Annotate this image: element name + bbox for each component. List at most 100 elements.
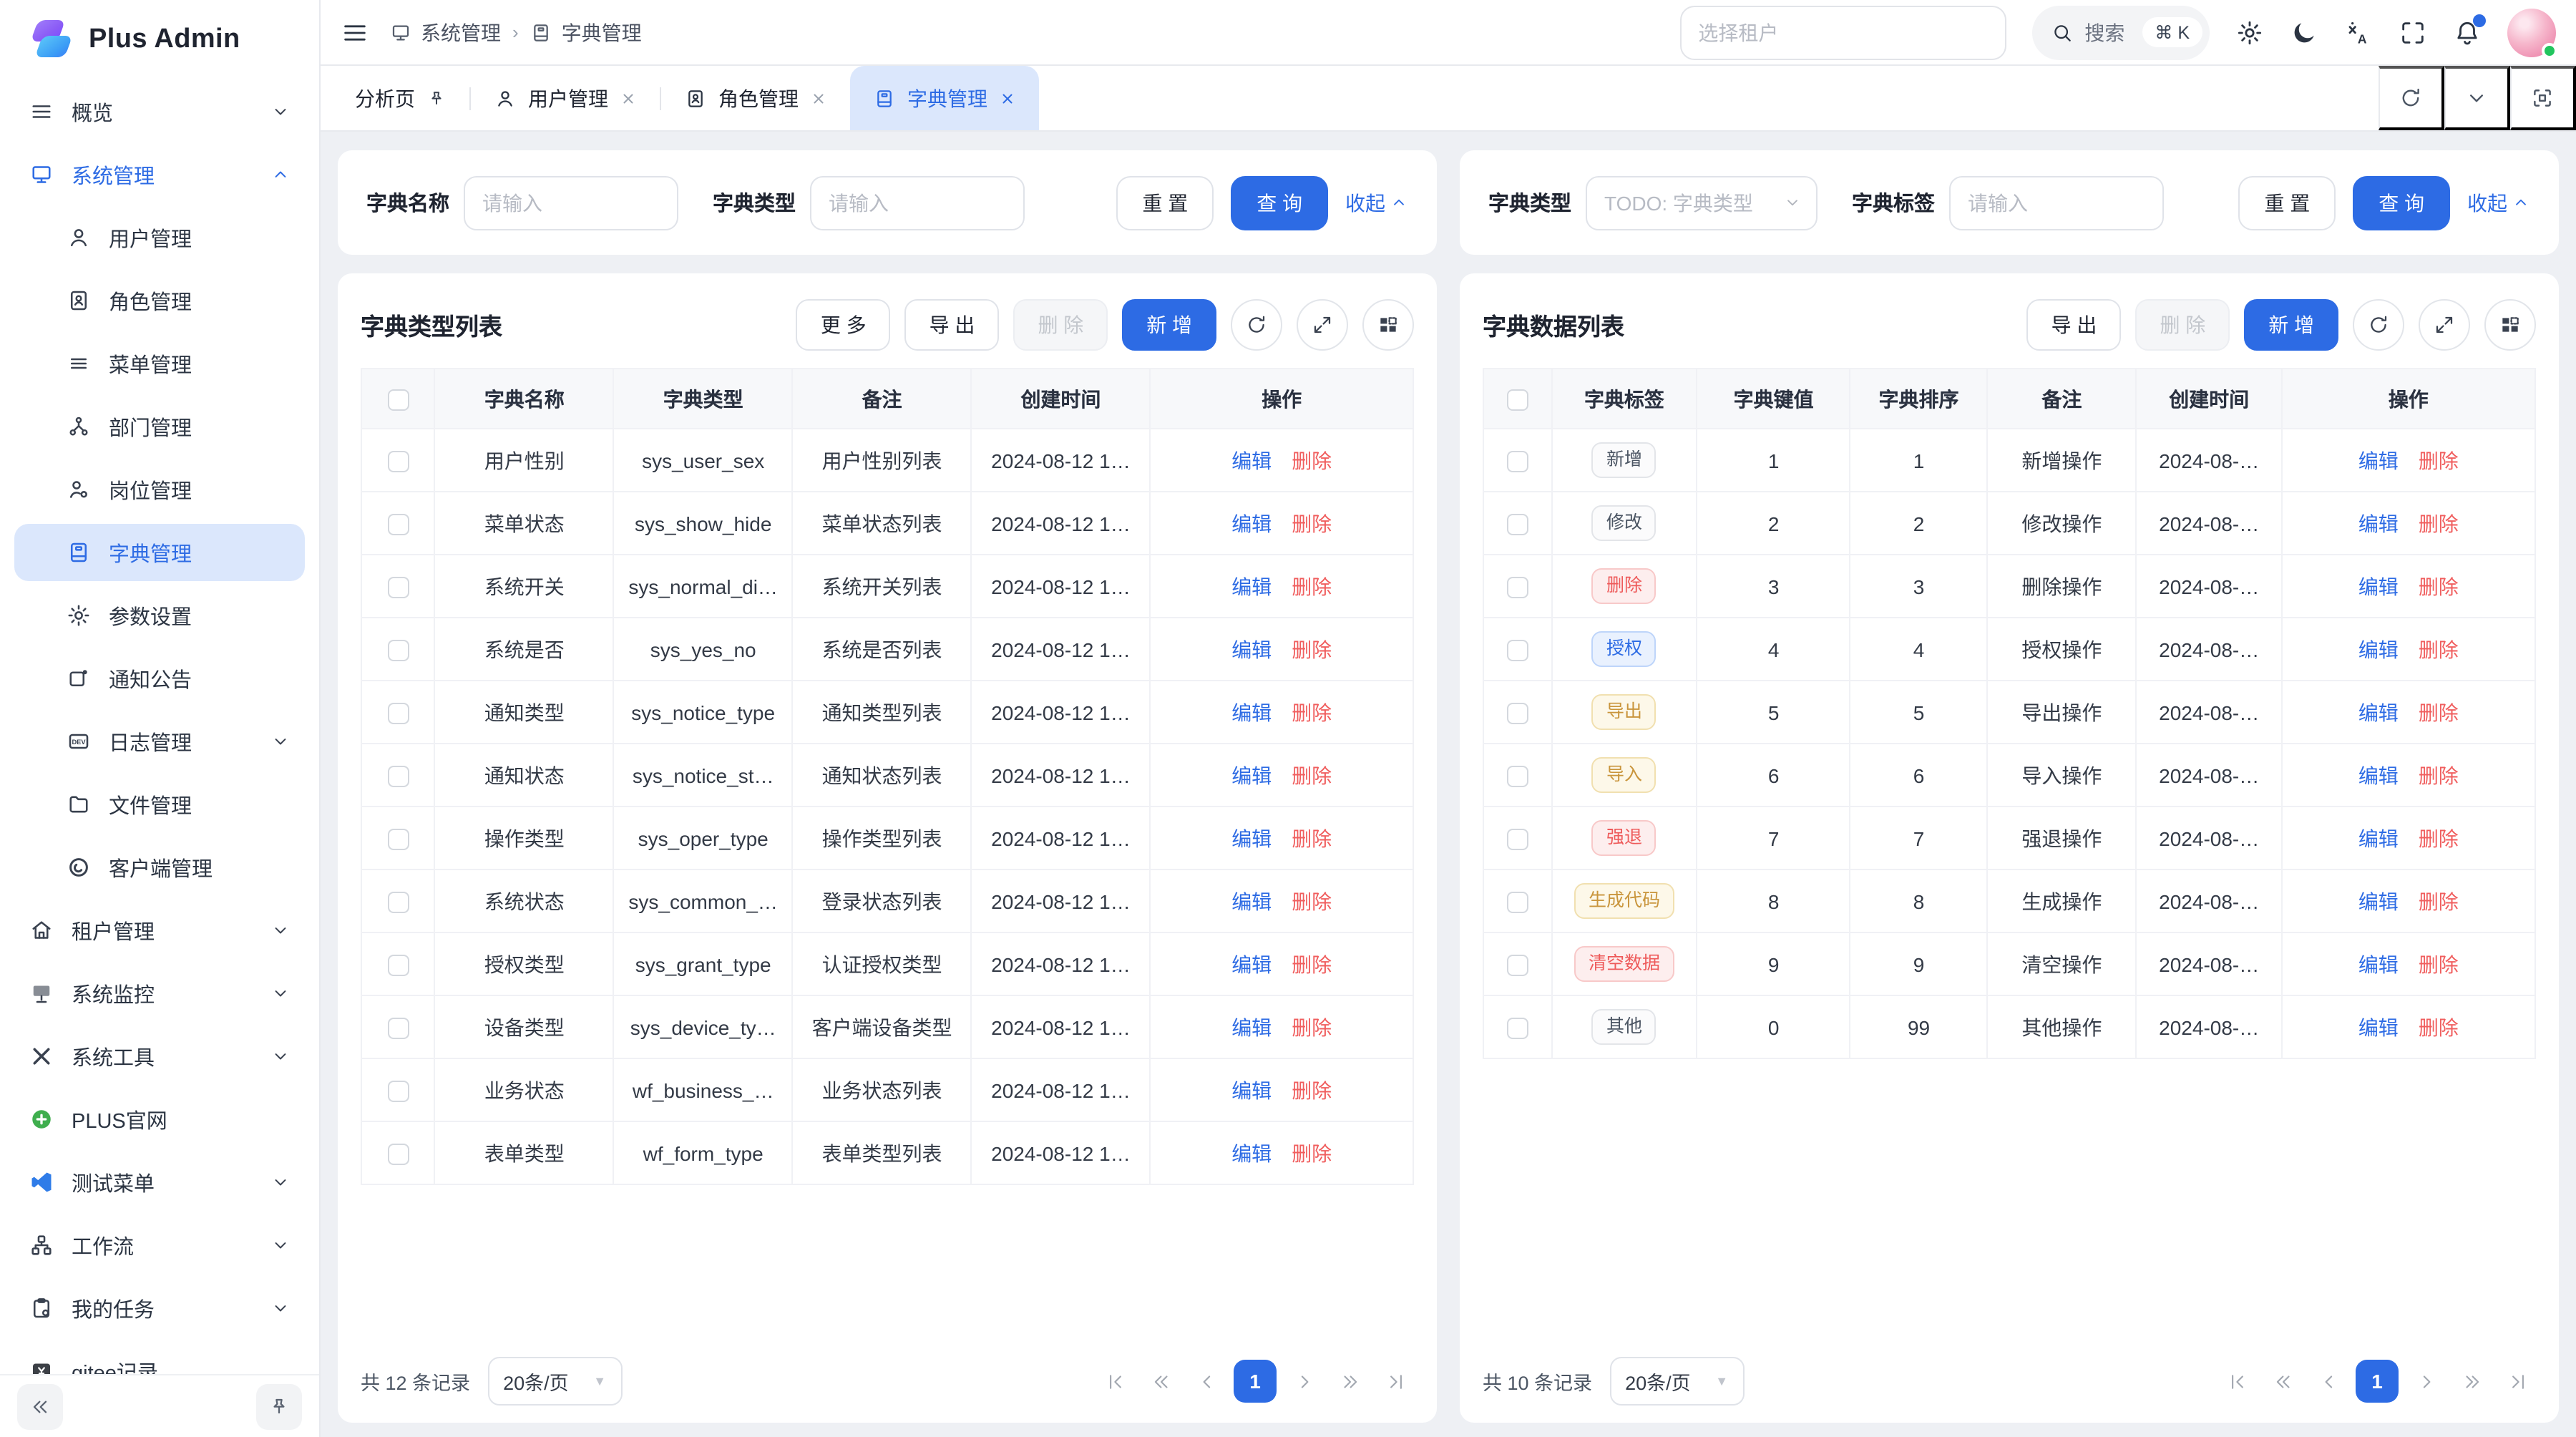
right-prev-page-button[interactable] — [2310, 1360, 2347, 1403]
left-first-page-button[interactable] — [1096, 1360, 1133, 1403]
tabbar-fullscreen-box-button[interactable] — [2510, 66, 2576, 130]
right-field-input-1[interactable] — [1949, 175, 2164, 230]
gear-button[interactable] — [2235, 18, 2264, 47]
sidebar-item-9[interactable]: 通知公告 — [14, 650, 305, 707]
left-expand-button[interactable] — [1297, 299, 1348, 351]
right-fast-prev-button[interactable] — [2264, 1360, 2301, 1403]
right-current-page[interactable]: 1 — [2356, 1360, 2399, 1403]
sidebar-item-3[interactable]: 角色管理 — [14, 272, 305, 329]
hamburger-menu-button[interactable] — [341, 18, 369, 47]
sidebar-item-18[interactable]: 工作流 — [14, 1217, 305, 1274]
right-reset-button[interactable]: 重 置 — [2238, 175, 2336, 230]
edit-link[interactable]: 编辑 — [1231, 1078, 1272, 1101]
breadcrumb-item-0[interactable]: 系统管理 — [389, 18, 501, 47]
sidebar-item-12[interactable]: 客户端管理 — [14, 839, 305, 896]
sidebar-item-17[interactable]: 测试菜单 — [14, 1154, 305, 1211]
edit-link[interactable]: 编辑 — [1231, 953, 1272, 975]
row-checkbox[interactable] — [1507, 451, 1528, 472]
edit-link[interactable]: 编辑 — [1231, 575, 1272, 598]
sidebar-item-11[interactable]: 文件管理 — [14, 776, 305, 833]
left-next-page-button[interactable] — [1285, 1360, 1322, 1403]
right-toolbar-button-0[interactable]: 导 出 — [2027, 299, 2122, 351]
sidebar-item-13[interactable]: 租户管理 — [14, 902, 305, 959]
edit-link[interactable]: 编辑 — [2358, 827, 2399, 849]
row-checkbox[interactable] — [387, 1081, 409, 1102]
edit-link[interactable]: 编辑 — [2358, 512, 2399, 535]
delete-link[interactable]: 删除 — [2419, 953, 2459, 975]
row-checkbox[interactable] — [387, 514, 409, 535]
row-checkbox[interactable] — [1507, 1018, 1528, 1039]
left-last-page-button[interactable] — [1377, 1360, 1414, 1403]
delete-link[interactable]: 删除 — [1292, 701, 1332, 724]
sidebar-item-8[interactable]: 参数设置 — [14, 587, 305, 644]
row-checkbox[interactable] — [387, 451, 409, 472]
delete-link[interactable]: 删除 — [1292, 1015, 1332, 1038]
right-columns-button[interactable] — [2484, 299, 2536, 351]
left-fast-next-button[interactable] — [1331, 1360, 1368, 1403]
sidebar-item-16[interactable]: PLUS官网 — [14, 1091, 305, 1148]
right-refresh-button[interactable] — [2353, 299, 2404, 351]
left-fast-prev-button[interactable] — [1142, 1360, 1179, 1403]
left-toolbar-button-2[interactable]: 删 除 — [1013, 299, 1108, 351]
edit-link[interactable]: 编辑 — [2358, 638, 2399, 661]
edit-link[interactable]: 编辑 — [2358, 953, 2399, 975]
left-collapse-search-link[interactable]: 收起 — [1345, 188, 1408, 217]
row-checkbox[interactable] — [387, 892, 409, 913]
left-toolbar-button-0[interactable]: 更 多 — [796, 299, 891, 351]
sidebar-item-20[interactable]: gitee记录 — [14, 1343, 305, 1374]
row-checkbox[interactable] — [1507, 892, 1528, 913]
left-toolbar-button-1[interactable]: 导 出 — [905, 299, 1000, 351]
fullscreen-button[interactable] — [2399, 18, 2427, 47]
sidebar-item-10[interactable]: DEV 日志管理 — [14, 713, 305, 770]
left-columns-button[interactable] — [1362, 299, 1414, 351]
edit-link[interactable]: 编辑 — [1231, 1015, 1272, 1038]
tab-0[interactable]: 分析页 — [332, 66, 469, 130]
right-last-page-button[interactable] — [2499, 1360, 2536, 1403]
left-prev-page-button[interactable] — [1188, 1360, 1225, 1403]
right-first-page-button[interactable] — [2218, 1360, 2255, 1403]
global-search-button[interactable]: 搜索 ⌘ K — [2031, 5, 2210, 59]
row-checkbox[interactable] — [387, 955, 409, 976]
edit-link[interactable]: 编辑 — [1231, 827, 1272, 849]
breadcrumb-item-1[interactable]: 字典管理 — [530, 18, 642, 47]
right-toolbar-button-2[interactable]: 新 增 — [2244, 299, 2338, 351]
row-checkbox[interactable] — [1507, 640, 1528, 661]
edit-link[interactable]: 编辑 — [1231, 1141, 1272, 1164]
sidebar-item-15[interactable]: 系统工具 — [14, 1028, 305, 1085]
right-next-page-button[interactable] — [2407, 1360, 2444, 1403]
right-page-size-select[interactable]: 20条/页▼ — [1609, 1357, 1744, 1406]
right-expand-button[interactable] — [2419, 299, 2470, 351]
sidebar-item-19[interactable]: 我的任务 — [14, 1280, 305, 1337]
left-toolbar-button-3[interactable]: 新 增 — [1122, 299, 1216, 351]
tab-2[interactable]: 角色管理 — [661, 66, 850, 130]
delete-link[interactable]: 删除 — [1292, 1078, 1332, 1101]
delete-link[interactable]: 删除 — [1292, 764, 1332, 786]
row-checkbox[interactable] — [387, 766, 409, 787]
right-fast-next-button[interactable] — [2453, 1360, 2490, 1403]
notifications-button[interactable] — [2453, 18, 2482, 47]
tenant-select-input[interactable] — [1679, 5, 2006, 59]
edit-link[interactable]: 编辑 — [2358, 764, 2399, 786]
edit-link[interactable]: 编辑 — [1231, 890, 1272, 912]
delete-link[interactable]: 删除 — [1292, 890, 1332, 912]
edit-link[interactable]: 编辑 — [2358, 575, 2399, 598]
left-field-input-0[interactable] — [464, 175, 678, 230]
row-checkbox[interactable] — [387, 829, 409, 850]
delete-link[interactable]: 删除 — [1292, 638, 1332, 661]
translate-button[interactable]: A — [2344, 18, 2373, 47]
row-checkbox[interactable] — [1507, 766, 1528, 787]
tabbar-refresh-button[interactable] — [2379, 66, 2444, 130]
edit-link[interactable]: 编辑 — [1231, 764, 1272, 786]
delete-link[interactable]: 删除 — [1292, 953, 1332, 975]
delete-link[interactable]: 删除 — [2419, 638, 2459, 661]
delete-link[interactable]: 删除 — [2419, 575, 2459, 598]
edit-link[interactable]: 编辑 — [2358, 890, 2399, 912]
left-refresh-button[interactable] — [1231, 299, 1282, 351]
edit-link[interactable]: 编辑 — [1231, 701, 1272, 724]
right-toolbar-button-1[interactable]: 删 除 — [2135, 299, 2230, 351]
select-all-checkbox[interactable] — [1507, 389, 1528, 411]
edit-link[interactable]: 编辑 — [2358, 1015, 2399, 1038]
sidebar-item-7[interactable]: 字典管理 — [14, 524, 305, 581]
row-checkbox[interactable] — [387, 703, 409, 724]
edit-link[interactable]: 编辑 — [2358, 701, 2399, 724]
